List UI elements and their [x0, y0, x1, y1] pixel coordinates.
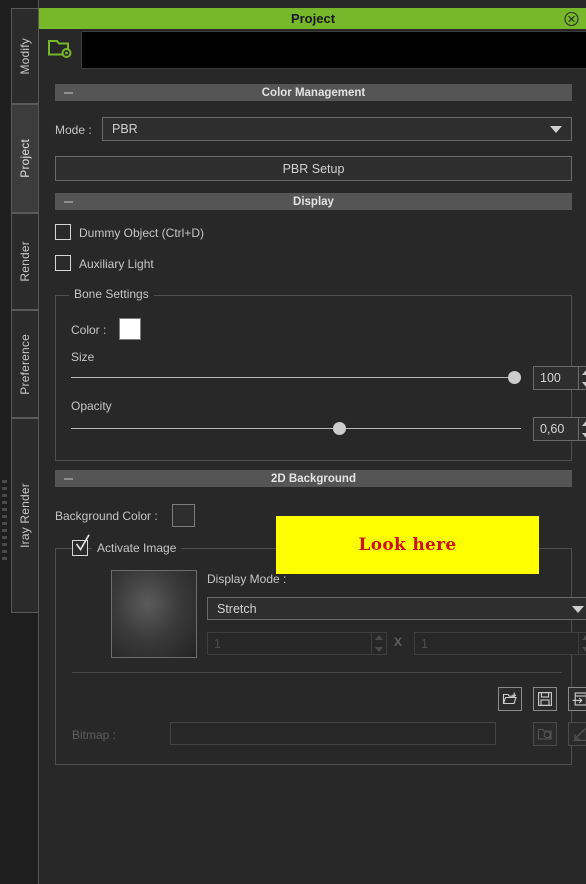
bone-size-spinbox[interactable]: 100	[533, 366, 586, 390]
sidebar-tab-modify[interactable]: Modify	[11, 8, 38, 104]
sidebar-tab-rail: Modify Project Render Preference Iray Re…	[0, 0, 38, 884]
panel-titlebar: Project	[39, 8, 586, 29]
auxiliary-light-checkbox[interactable]	[55, 255, 71, 271]
mode-label: Mode :	[55, 123, 92, 137]
tile-x-value: 1	[214, 636, 221, 651]
triangle-up-icon	[375, 635, 383, 641]
background-color-label: Background Color :	[55, 509, 158, 523]
triangle-up-icon	[582, 635, 586, 641]
bone-opacity-stepper	[578, 417, 586, 441]
background-image-thumbnail[interactable]	[111, 570, 197, 658]
import-image-icon[interactable]	[568, 687, 586, 711]
bone-color-swatch[interactable]	[119, 318, 141, 340]
triangle-down-icon	[582, 432, 586, 438]
bone-opacity-slider-knob[interactable]	[333, 422, 346, 435]
section-header-display[interactable]: Display	[55, 193, 572, 210]
application-window: Modify Project Render Preference Iray Re…	[0, 0, 586, 884]
section-header-2d-background[interactable]: 2D Background	[55, 470, 572, 487]
tile-separator-label: X	[394, 635, 403, 649]
activate-image-label: Activate Image	[92, 541, 182, 555]
bone-size-slider-track	[71, 377, 521, 378]
close-circle-icon[interactable]	[564, 11, 579, 26]
apply-bitmap-icon[interactable]	[568, 722, 586, 746]
background-color-swatch[interactable]	[172, 504, 195, 527]
tile-y-step-down[interactable]	[579, 644, 586, 656]
panel-drag-handle[interactable]	[2, 480, 7, 562]
sidebar-tab-render-label: Render	[18, 241, 32, 282]
bone-size-step-down[interactable]	[579, 378, 586, 390]
project-panel: Project Color Management Mode: PBR PBR …	[38, 0, 586, 884]
bone-opacity-step-up[interactable]	[579, 417, 586, 429]
mode-select-value: PBR	[112, 122, 138, 136]
sidebar-tab-iray-render-label: Iray Render	[18, 483, 32, 548]
bone-opacity-step-down[interactable]	[579, 429, 586, 441]
sidebar-tab-modify-label: Modify	[18, 37, 32, 75]
mode-select[interactable]: PBR	[102, 117, 572, 141]
sidebar-tab-project-label: Project	[18, 139, 32, 178]
section-title-color-management: Color Management	[261, 86, 366, 99]
tile-y-step-up[interactable]	[579, 632, 586, 644]
bone-color-label: Color :	[71, 323, 107, 337]
section-title-2d-background: 2D Background	[271, 472, 356, 485]
tile-y-value: 1	[421, 636, 428, 651]
sidebar-tab-preference-label: Preference	[18, 333, 32, 395]
chevron-down-icon	[572, 605, 584, 613]
display-mode-select-value: Stretch	[217, 601, 257, 616]
load-image-icon[interactable]	[498, 687, 522, 711]
bone-size-slider[interactable]	[71, 371, 521, 385]
chevron-down-icon	[550, 126, 562, 133]
dummy-object-checkbox[interactable]	[55, 224, 71, 240]
tile-y-spinbox[interactable]: 1	[414, 632, 586, 655]
bone-size-step-up[interactable]	[579, 366, 586, 378]
object-name-field[interactable]	[81, 31, 586, 69]
triangle-down-icon	[375, 646, 383, 652]
look-here-annotation: Look here	[276, 516, 539, 574]
bone-size-stepper	[578, 366, 586, 390]
bone-settings-title: Bone Settings	[69, 287, 154, 301]
section-header-color-management[interactable]: Color Management	[55, 84, 572, 101]
bone-opacity-slider-track	[71, 428, 521, 429]
sidebar-tab-render[interactable]: Render	[11, 213, 38, 310]
look-here-annotation-text: Look here	[358, 535, 457, 555]
browse-bitmap-icon[interactable]	[533, 722, 557, 746]
group-divider	[72, 672, 562, 673]
triangle-up-icon	[582, 369, 586, 375]
tile-x-spinbox[interactable]: 1	[207, 632, 387, 655]
minus-icon	[64, 200, 73, 203]
triangle-down-icon	[582, 646, 586, 652]
bone-opacity-slider[interactable]	[71, 422, 521, 436]
activate-image-checkbox[interactable]	[72, 534, 90, 556]
pbr-setup-button[interactable]: PBR Setup	[55, 156, 572, 181]
folder-gear-icon[interactable]	[47, 37, 75, 61]
triangle-down-icon	[582, 381, 586, 387]
bone-opacity-value: 0,60	[540, 422, 565, 436]
section-title-display: Display	[293, 195, 334, 208]
auxiliary-light-label: Auxiliary Light	[79, 257, 154, 271]
tile-x-step-down[interactable]	[372, 644, 386, 656]
bone-size-slider-knob[interactable]	[508, 371, 521, 384]
display-mode-label: Display Mode :	[207, 572, 287, 586]
bitmap-path-input[interactable]	[170, 722, 496, 745]
display-mode-select[interactable]: Stretch	[207, 597, 586, 620]
sidebar-tab-iray-render[interactable]: Iray Render	[11, 418, 38, 613]
sidebar-tab-preference[interactable]: Preference	[11, 310, 38, 418]
bone-opacity-spinbox[interactable]: 0,60	[533, 417, 586, 441]
bone-opacity-label: Opacity	[71, 399, 112, 413]
pbr-setup-label: PBR Setup	[282, 161, 345, 176]
save-image-icon[interactable]	[533, 687, 557, 711]
object-selector-row	[39, 29, 586, 69]
tile-x-step-up[interactable]	[372, 632, 386, 644]
bitmap-label: Bitmap :	[72, 728, 117, 742]
bone-size-value: 100	[540, 371, 561, 385]
minus-icon	[64, 477, 73, 480]
dummy-object-label: Dummy Object (Ctrl+D)	[79, 226, 205, 240]
bone-size-label: Size	[71, 350, 95, 364]
minus-icon	[64, 91, 73, 94]
tile-y-stepper	[578, 632, 586, 655]
triangle-up-icon	[582, 420, 586, 426]
tile-x-stepper	[371, 632, 386, 655]
sidebar-tab-project[interactable]: Project	[11, 104, 38, 213]
page-title: Project	[290, 11, 336, 26]
